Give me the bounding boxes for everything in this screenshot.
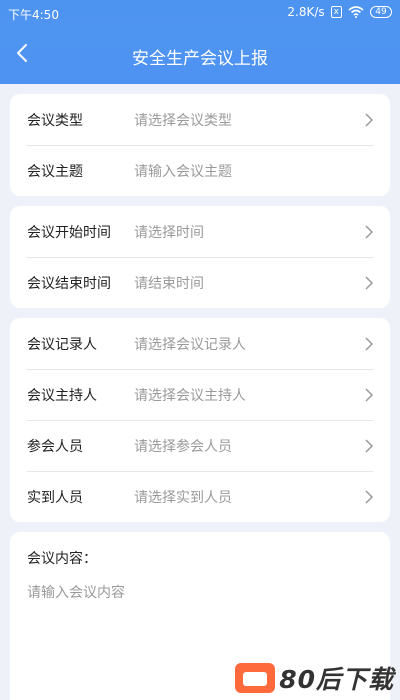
meeting-basic-card: 会议类型 请选择会议类型 会议主题 请输入会议主题 [10, 94, 390, 196]
page-title: 安全生产会议上报 [132, 49, 268, 69]
watermark: 80后下载 [235, 660, 394, 696]
watermark-logo-icon [235, 663, 276, 693]
header-bar: 下午4:50 2.8K/s x 49 安全生产会议上报 [0, 0, 400, 84]
host-select[interactable]: 请选择会议主持人 [134, 385, 246, 405]
host-row[interactable]: 会议主持人 请选择会议主持人 [10, 369, 390, 420]
row-label: 会议类型 [27, 112, 83, 129]
row-label: 会议开始时间 [27, 224, 111, 241]
chevron-right-icon [365, 275, 374, 290]
wifi-icon [348, 6, 364, 18]
row-label: 会议主持人 [27, 387, 97, 404]
status-time: 下午4:50 [8, 8, 59, 22]
end-time-row[interactable]: 会议结束时间 请结束时间 [10, 257, 390, 308]
network-speed: 2.8K/s [287, 5, 325, 19]
meeting-content-textarea[interactable]: 请输入会议内容 [27, 582, 125, 602]
meeting-content-label: 会议内容： [27, 551, 97, 567]
row-label: 会议主题 [27, 163, 83, 180]
sim-icon: x [330, 6, 342, 18]
attendees-row[interactable]: 参会人员 请选择参会人员 [10, 420, 390, 471]
recorder-row[interactable]: 会议记录人 请选择会议记录人 [10, 318, 390, 369]
chevron-right-icon [365, 336, 374, 351]
start-time-select[interactable]: 请选择时间 [134, 222, 204, 242]
actual-attendees-select[interactable]: 请选择实到人员 [134, 487, 232, 507]
battery-icon: 49 [370, 6, 392, 18]
meeting-type-row[interactable]: 会议类型 请选择会议类型 [10, 94, 390, 145]
watermark-text: 80后下载 [279, 665, 394, 694]
recorder-select[interactable]: 请选择会议记录人 [134, 334, 246, 354]
end-time-select[interactable]: 请结束时间 [134, 273, 204, 293]
attendees-select[interactable]: 请选择参会人员 [134, 436, 232, 456]
row-label: 会议记录人 [27, 336, 97, 353]
meeting-time-card: 会议开始时间 请选择时间 会议结束时间 请结束时间 [10, 206, 390, 308]
meeting-topic-input[interactable]: 请输入会议主题 [134, 161, 232, 181]
status-icons: 2.8K/s x 49 [287, 5, 392, 19]
chevron-right-icon [365, 112, 374, 127]
chevron-right-icon [365, 387, 374, 402]
row-label: 会议结束时间 [27, 275, 111, 292]
row-label: 参会人员 [27, 438, 83, 455]
actual-attendees-row[interactable]: 实到人员 请选择实到人员 [10, 471, 390, 522]
meeting-people-card: 会议记录人 请选择会议记录人 会议主持人 请选择会议主持人 参会人员 请选择参会… [10, 318, 390, 522]
chevron-right-icon [365, 224, 374, 239]
row-label: 实到人员 [27, 489, 83, 506]
status-bar: 下午4:50 2.8K/s x 49 [0, 0, 400, 28]
start-time-row[interactable]: 会议开始时间 请选择时间 [10, 206, 390, 257]
chevron-right-icon [365, 438, 374, 453]
nav-bar: 安全生产会议上报 [0, 36, 400, 72]
meeting-type-select[interactable]: 请选择会议类型 [134, 110, 232, 130]
meeting-topic-row[interactable]: 会议主题 请输入会议主题 [10, 145, 390, 196]
chevron-right-icon [365, 489, 374, 504]
